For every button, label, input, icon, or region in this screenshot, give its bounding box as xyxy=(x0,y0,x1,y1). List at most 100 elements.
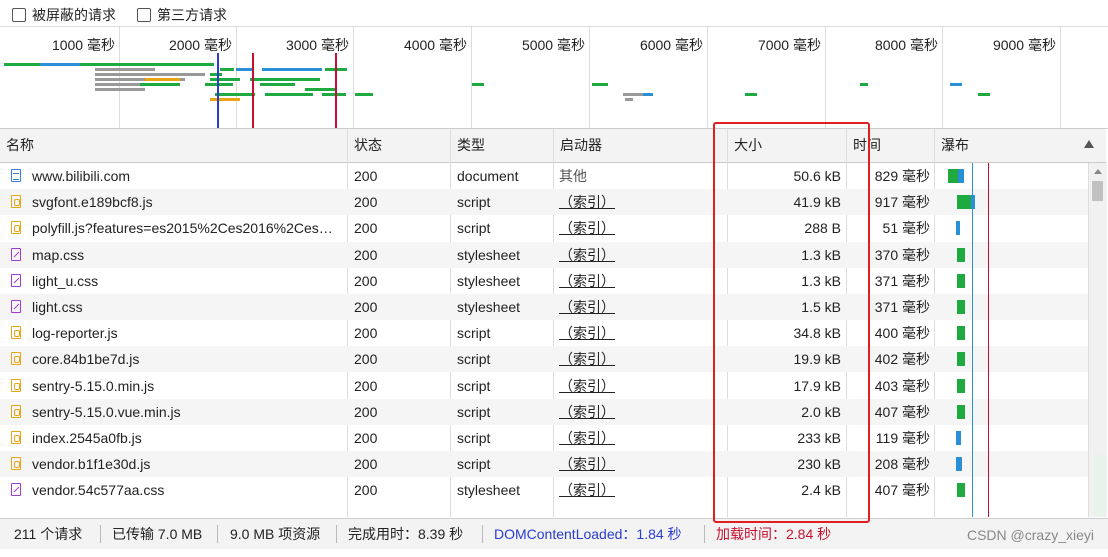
overview-request-bar xyxy=(305,88,335,91)
waterfall-bar xyxy=(956,431,961,445)
overview-tick-label: 2000 毫秒 xyxy=(168,37,232,53)
cell-status: 200 xyxy=(354,377,378,394)
cell-type: script xyxy=(457,377,491,394)
cell-type: script xyxy=(457,325,491,342)
network-overview[interactable]: 1000 毫秒 2000 毫秒 3000 毫秒 4000 毫秒 5000 毫秒 … xyxy=(0,27,1108,129)
column-header-initiator[interactable]: 启动器 xyxy=(554,129,728,162)
waterfall-marker-line xyxy=(972,163,973,517)
waterfall-bar xyxy=(957,378,965,393)
column-header-status[interactable]: 状态 xyxy=(348,129,451,162)
script-icon xyxy=(11,431,21,444)
table-row[interactable]: sentry-5.15.0.min.js 200 script （索引） 17.9 kB… xyxy=(0,373,1088,399)
overview-request-bar xyxy=(745,93,757,96)
overview-request-bar xyxy=(643,93,653,96)
overview-tick-label: 5000 毫秒 xyxy=(521,37,585,53)
overview-gridline xyxy=(353,27,354,128)
watermark: CSDN @crazy_xieyi xyxy=(966,527,1094,543)
scroll-thumb[interactable] xyxy=(1092,181,1103,201)
overview-request-bar xyxy=(250,78,320,81)
table-row[interactable]: index.2545a0fb.js 200 script （索引） 233 kB 119 … xyxy=(0,425,1088,451)
cell-initiator[interactable]: （索引） xyxy=(559,373,723,399)
checkbox-icon[interactable] xyxy=(12,8,26,22)
cell-name: vendor.b1f1e30d.js xyxy=(32,456,151,473)
third-party-requests-checkbox[interactable]: 第三方请求 xyxy=(137,5,227,25)
cell-status: 200 xyxy=(354,325,378,342)
overview-request-bar xyxy=(265,93,313,96)
cell-initiator[interactable]: （索引） xyxy=(559,451,723,477)
cell-initiator[interactable]: （索引） xyxy=(559,242,723,268)
cell-initiator[interactable]: （索引） xyxy=(559,425,723,451)
table-row[interactable]: log-reporter.js 200 script （索引） 34.8 kB 400 毫… xyxy=(0,320,1088,346)
cell-name: svgfont.e189bcf8.js xyxy=(32,194,153,211)
cell-name: sentry-5.15.0.vue.min.js xyxy=(32,403,181,420)
overview-gridline xyxy=(1060,27,1061,128)
cell-type: stylesheet xyxy=(457,272,521,289)
cell-name: www.bilibili.com xyxy=(32,168,131,184)
status-divider xyxy=(217,525,218,543)
overview-request-bar xyxy=(94,63,214,66)
blocked-requests-label: 被屏蔽的请求 xyxy=(32,7,116,23)
cell-type: stylesheet xyxy=(457,482,521,499)
table-row[interactable]: www.bilibili.com 200 document 其他 50.6 kB 829 … xyxy=(0,163,1088,189)
scroll-up-icon[interactable] xyxy=(1094,169,1102,174)
overview-gridline xyxy=(471,27,472,128)
cell-initiator[interactable]: （索引） xyxy=(559,346,723,372)
cell-initiator[interactable]: （索引） xyxy=(559,320,723,346)
table-row[interactable]: vendor.54c577aa.css 200 stylesheet （索引） 2.4 … xyxy=(0,477,1088,503)
cell-status: 200 xyxy=(354,272,378,289)
script-icon xyxy=(11,326,21,340)
checkbox-icon[interactable] xyxy=(137,8,151,22)
cell-type: script xyxy=(457,194,491,211)
resource-size: 9.0 MB 项资源 xyxy=(230,526,321,542)
dom-content-loaded-time: DOMContentLoaded：1.84 秒 xyxy=(494,526,682,542)
cell-initiator[interactable]: （索引） xyxy=(559,294,723,320)
table-row[interactable]: light_u.css 200 stylesheet （索引） 1.3 kB 371 毫秒 xyxy=(0,268,1088,294)
cell-name: light.css xyxy=(32,299,83,315)
column-header-name[interactable]: 名称 xyxy=(0,129,348,162)
table-row[interactable]: light.css 200 stylesheet （索引） 1.5 kB 371 毫秒 xyxy=(0,294,1088,320)
table-row[interactable]: polyfill.js?features=es2015%2Ces2016%2Ce… xyxy=(0,215,1088,241)
load-marker xyxy=(335,53,337,128)
overview-request-bar xyxy=(145,78,180,81)
overview-tick-label: 1000 毫秒 xyxy=(51,37,115,53)
cell-initiator[interactable]: （索引） xyxy=(559,399,723,425)
overview-tick-label: 8000 毫秒 xyxy=(874,37,938,53)
column-header-type[interactable]: 类型 xyxy=(451,129,554,162)
cell-initiator[interactable]: （索引） xyxy=(559,268,723,294)
cell-initiator[interactable]: （索引） xyxy=(559,215,723,241)
cell-type: script xyxy=(457,403,491,420)
cell-status: 200 xyxy=(354,403,378,420)
column-header-waterfall[interactable]: 瀑布 xyxy=(935,129,1106,162)
table-row[interactable]: vendor.b1f1e30d.js 200 script （索引） 230 kB 208… xyxy=(0,451,1088,478)
table-row[interactable]: svgfont.e189bcf8.js 200 script （索引） 41.9 kB 9… xyxy=(0,189,1088,216)
overview-request-bar xyxy=(210,98,240,101)
cell-name: polyfill.js?features=es2015%2Ces2016%2Ce… xyxy=(32,220,333,237)
overview-request-bar xyxy=(140,83,180,86)
waterfall-bar xyxy=(957,247,965,262)
table-row[interactable]: core.84b1be7d.js 200 script （索引） 19.9 kB 402 … xyxy=(0,346,1088,373)
overview-request-bar xyxy=(355,93,373,96)
cell-initiator[interactable]: （索引） xyxy=(559,477,723,503)
status-bar: 211 个请求 已传输 7.0 MB 9.0 MB 项资源 完成用时：8.39 … xyxy=(0,518,1108,549)
cell-name: core.84b1be7d.js xyxy=(32,351,140,368)
overview-request-bar xyxy=(262,68,322,71)
script-icon xyxy=(11,195,21,209)
stylesheet-icon xyxy=(11,273,21,287)
cell-name: sentry-5.15.0.min.js xyxy=(32,377,155,394)
cell-type: script xyxy=(457,456,491,473)
cell-status: 200 xyxy=(354,430,378,446)
script-icon xyxy=(11,352,21,366)
waterfall-bar xyxy=(957,326,965,341)
table-row[interactable]: sentry-5.15.0.vue.min.js 200 script （索引） 2.0… xyxy=(0,398,1088,425)
overview-gridline xyxy=(942,27,943,128)
sort-ascending-icon[interactable] xyxy=(1084,140,1094,148)
overview-request-bar xyxy=(592,83,608,86)
cell-status: 200 xyxy=(354,246,378,263)
blocked-requests-checkbox[interactable]: 被屏蔽的请求 xyxy=(12,5,116,25)
waterfall-bar xyxy=(957,300,965,314)
size-column-highlight xyxy=(713,122,870,523)
cell-initiator[interactable]: （索引） xyxy=(559,189,723,215)
overview-request-bar xyxy=(625,98,633,101)
table-row[interactable]: map.css 200 stylesheet （索引） 1.3 kB 370 毫秒 xyxy=(0,241,1088,268)
script-icon xyxy=(11,378,21,392)
